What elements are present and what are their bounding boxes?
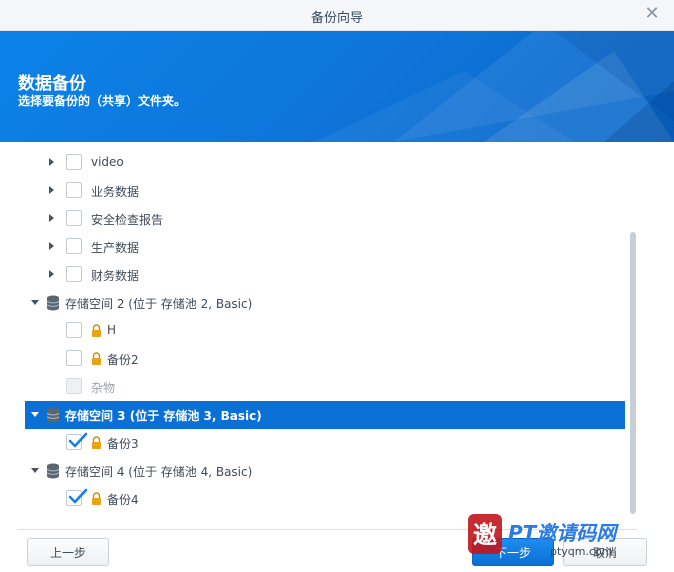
folder-label: 业务数据 <box>91 185 140 199</box>
tree-row[interactable]: video <box>25 149 625 177</box>
folder-checkbox[interactable] <box>66 238 82 254</box>
folder-label: 备份2 <box>107 353 139 367</box>
volume-label: 存储空间 3 (位于 存储池 3, Basic) <box>65 409 262 423</box>
folder-checkbox[interactable] <box>66 210 82 226</box>
database-icon <box>46 295 60 311</box>
volume-label: 存储空间 2 (位于 存储池 2, Basic) <box>65 297 253 311</box>
tree-row[interactable]: 备份3 <box>25 429 625 457</box>
folder-label: 财务数据 <box>91 269 140 283</box>
watermark-url: ptyqm.com <box>550 545 613 558</box>
folder-checkbox[interactable] <box>66 322 82 338</box>
banner-subheading: 选择要备份的（共享）文件夹。 <box>18 94 187 108</box>
database-icon <box>46 407 60 423</box>
expand-arrow-icon[interactable] <box>49 214 54 222</box>
tree-row[interactable]: 财务数据 <box>25 261 625 289</box>
folder-label: 生产数据 <box>91 241 140 255</box>
tree-row-volume[interactable]: 存储空间 2 (位于 存储池 2, Basic) <box>25 289 625 317</box>
tree-row[interactable]: 业务数据 <box>25 177 625 205</box>
tree-row-volume-selected[interactable]: 存储空间 3 (位于 存储池 3, Basic) <box>25 401 625 429</box>
folder-checkbox[interactable] <box>66 350 82 366</box>
tree-row[interactable]: 备份4 <box>25 485 625 513</box>
folder-label: 备份4 <box>107 493 139 507</box>
window-titlebar: 备份向导 ✕ <box>0 0 674 31</box>
folder-checkbox-checked[interactable] <box>66 432 88 450</box>
collapse-arrow-icon[interactable] <box>31 300 39 305</box>
volume-label: 存储空间 4 (位于 存储池 4, Basic) <box>65 465 253 479</box>
folder-checkbox-checked[interactable] <box>66 488 88 506</box>
watermark-seal-glyph: 邀 <box>473 521 497 549</box>
folder-tree[interactable]: video 业务数据 安全检查报告 生产数据 财务数据 存储空间 2 (位于 存… <box>17 143 631 528</box>
tree-row-volume[interactable]: 存储空间 4 (位于 存储池 4, Basic) <box>25 457 625 485</box>
folder-label: video <box>91 155 124 169</box>
folder-checkbox[interactable] <box>66 154 82 170</box>
checkmark-icon <box>68 488 88 504</box>
folder-checkbox[interactable] <box>66 182 82 198</box>
collapse-arrow-icon[interactable] <box>31 468 39 473</box>
banner-decoration <box>314 31 674 142</box>
tree-row[interactable]: H <box>25 317 625 345</box>
checkmark-icon <box>68 432 88 448</box>
watermark-brand: PT邀请码网 <box>508 521 619 545</box>
folder-label: 安全检查报告 <box>91 213 164 227</box>
folder-label: 备份3 <box>107 437 139 451</box>
lock-icon <box>92 492 101 505</box>
folder-label: H <box>107 323 117 337</box>
folder-checkbox-disabled <box>66 378 82 394</box>
window-title: 备份向导 <box>310 11 363 26</box>
close-icon[interactable]: ✕ <box>642 4 662 24</box>
tree-row[interactable]: 生产数据 <box>25 233 625 261</box>
prev-button[interactable]: 上一步 <box>27 538 109 566</box>
folder-label: 杂物 <box>91 381 116 395</box>
wizard-banner: 数据备份 选择要备份的（共享）文件夹。 <box>0 31 674 142</box>
tree-row[interactable]: 安全检查报告 <box>25 205 625 233</box>
lock-icon <box>92 436 101 449</box>
tree-row[interactable]: 备份2 <box>25 345 625 373</box>
folder-checkbox[interactable] <box>66 266 82 282</box>
lock-icon <box>92 324 101 337</box>
expand-arrow-icon[interactable] <box>49 186 54 194</box>
watermark-logo: 邀 PT邀请码网 ptyqm.com <box>468 514 619 558</box>
expand-arrow-icon[interactable] <box>49 270 54 278</box>
vertical-scrollbar[interactable] <box>630 232 636 514</box>
lock-icon <box>92 352 101 365</box>
tree-row: 杂物 <box>25 373 625 401</box>
collapse-arrow-icon[interactable] <box>31 412 39 417</box>
banner-heading: 数据备份 <box>18 74 86 94</box>
expand-arrow-icon[interactable] <box>49 242 54 250</box>
expand-arrow-icon[interactable] <box>49 158 54 166</box>
database-icon <box>46 463 60 479</box>
